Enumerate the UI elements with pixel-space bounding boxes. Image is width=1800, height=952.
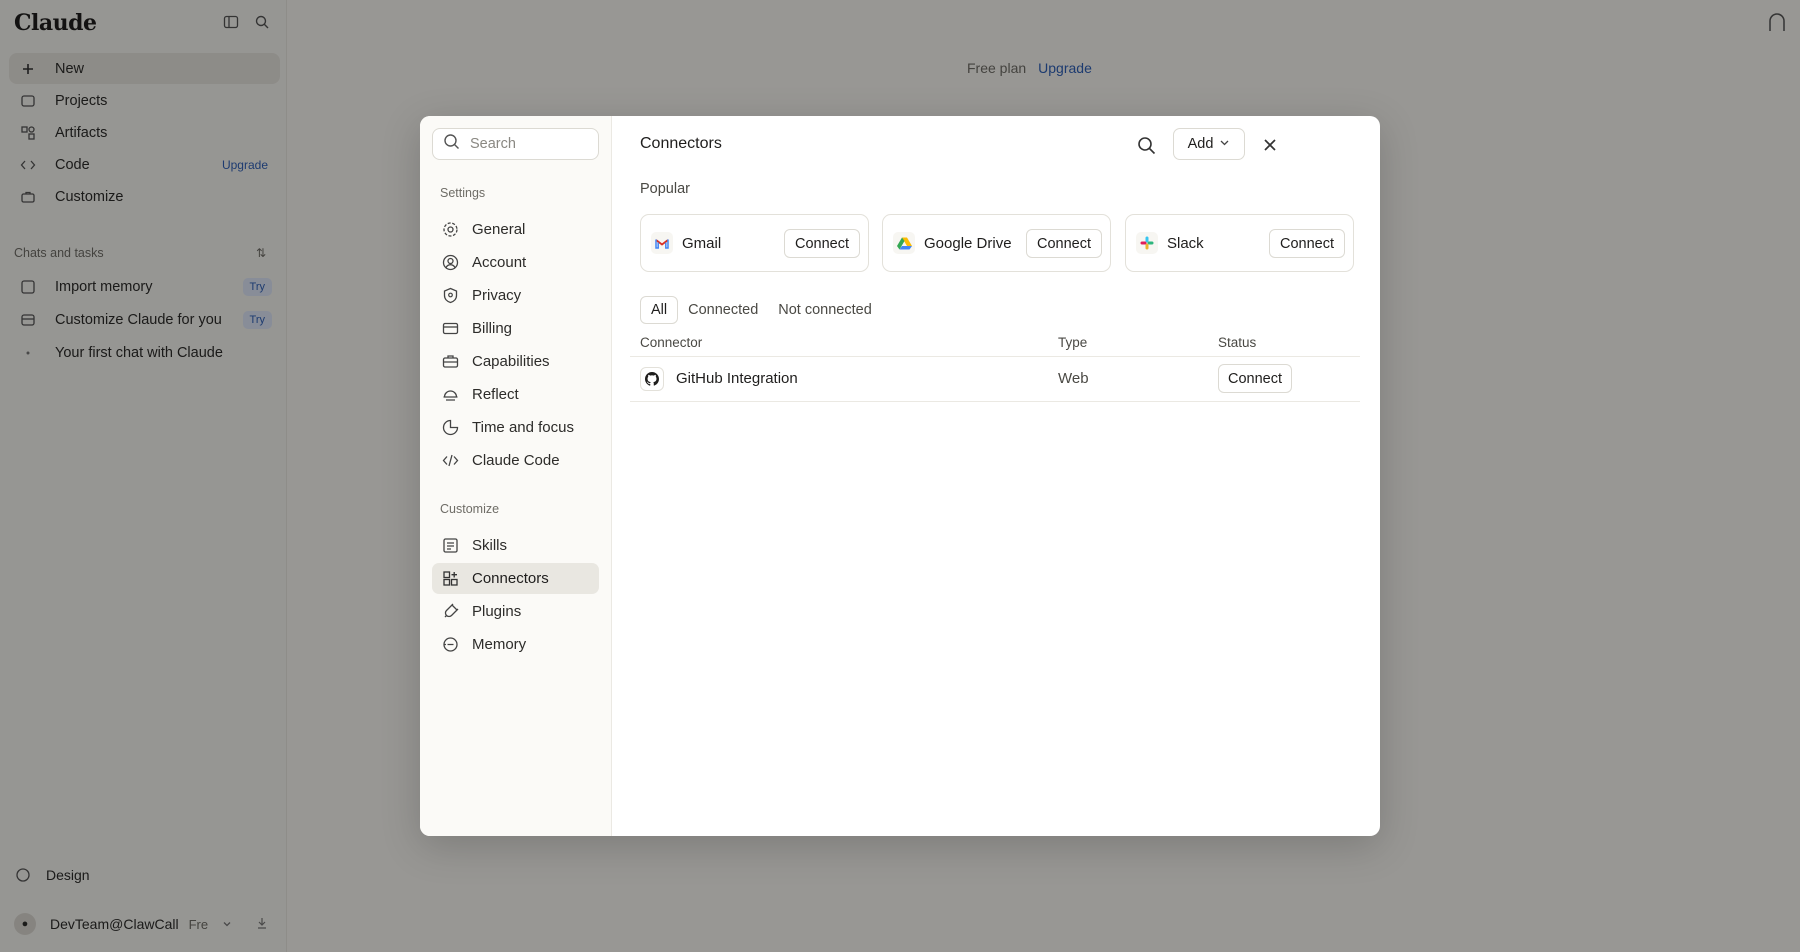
settings-modal: Search Settings General Account Privacy … [420, 116, 1380, 836]
settings-item-label: Claude Code [472, 452, 560, 469]
github-icon [640, 367, 664, 391]
settings-item-label: General [472, 221, 526, 238]
connector-name: GitHub Integration [676, 370, 798, 387]
shield-icon [441, 287, 459, 305]
settings-item-reflect[interactable]: Reflect [432, 379, 599, 410]
google-drive-icon [893, 232, 915, 254]
popular-card-google-drive: Google Drive Connect [882, 214, 1111, 272]
popular-card-gmail: Gmail Connect [640, 214, 869, 272]
settings-item-skills[interactable]: Skills [432, 530, 599, 561]
briefcase-icon [441, 353, 459, 371]
settings-item-claude-code[interactable]: Claude Code [432, 445, 599, 476]
gear-icon [441, 221, 459, 239]
moon-icon [441, 419, 459, 437]
memory-icon [441, 636, 459, 654]
settings-item-time-focus[interactable]: Time and focus [432, 412, 599, 443]
tab-not-connected[interactable]: Not connected [768, 296, 882, 324]
connector-name: Slack [1167, 234, 1204, 252]
settings-item-label: Billing [472, 320, 513, 337]
tab-all[interactable]: All [640, 296, 679, 324]
user-icon [441, 254, 459, 272]
connectors-panel: Connectors Add Popular Gmail Connect Goo… [612, 116, 1380, 836]
customize-section-label: Customize [440, 502, 500, 516]
settings-search-input[interactable]: Search [432, 128, 599, 160]
settings-item-account[interactable]: Account [432, 247, 599, 278]
connect-button[interactable]: Connect [1268, 229, 1345, 258]
search-placeholder: Search [470, 136, 516, 152]
add-label: Add [1187, 136, 1214, 152]
close-icon[interactable] [1258, 133, 1282, 157]
settings-item-connectors[interactable]: Connectors [432, 563, 599, 594]
reflect-icon [441, 386, 459, 404]
settings-item-billing[interactable]: Billing [432, 313, 599, 344]
settings-item-label: Reflect [472, 386, 519, 403]
connect-button[interactable]: Connect [1218, 364, 1293, 393]
add-button[interactable]: Add [1173, 128, 1245, 160]
connector-name: Gmail [682, 234, 722, 252]
skills-icon [441, 537, 459, 555]
connect-button[interactable]: Connect [1025, 229, 1102, 258]
chevron-down-icon [1219, 136, 1230, 152]
slack-icon [1136, 232, 1158, 254]
settings-item-memory[interactable]: Memory [432, 629, 599, 660]
settings-item-capabilities[interactable]: Capabilities [432, 346, 599, 377]
settings-item-label: Time and focus [472, 419, 574, 436]
table-divider [630, 401, 1360, 402]
popular-card-slack: Slack Connect [1125, 214, 1354, 272]
settings-section-label: Settings [440, 186, 486, 200]
connectors-icon [441, 570, 459, 588]
search-icon[interactable] [1134, 133, 1158, 157]
page-title: Connectors [640, 135, 722, 152]
card-icon [441, 320, 459, 338]
tab-connected[interactable]: Connected [678, 296, 768, 324]
code-icon [441, 452, 459, 470]
filter-tabs: All Connected Not connected [640, 296, 882, 324]
search-icon [443, 133, 460, 155]
settings-item-label: Connectors [472, 570, 549, 587]
gmail-icon [651, 232, 673, 254]
column-header-type: Type [1058, 335, 1088, 350]
settings-item-label: Memory [472, 636, 527, 653]
settings-item-label: Plugins [472, 603, 522, 620]
settings-item-general[interactable]: General [432, 214, 599, 245]
connector-type: Web [1058, 370, 1089, 387]
table-header: Connector Type Status [640, 331, 1360, 357]
settings-item-privacy[interactable]: Privacy [432, 280, 599, 311]
settings-item-plugins[interactable]: Plugins [432, 596, 599, 627]
settings-item-label: Capabilities [472, 353, 550, 370]
settings-item-label: Privacy [472, 287, 522, 304]
settings-sidebar: Search Settings General Account Privacy … [420, 116, 612, 836]
table-row: GitHub Integration Web Connect [640, 357, 1360, 401]
popular-label: Popular [640, 181, 690, 197]
column-header-status: Status [1218, 335, 1257, 350]
connector-name: Google Drive [924, 234, 1012, 252]
connect-button[interactable]: Connect [783, 229, 860, 258]
column-header-connector: Connector [640, 335, 703, 350]
settings-item-label: Skills [472, 537, 508, 554]
settings-item-label: Account [472, 254, 527, 271]
plug-icon [441, 603, 459, 621]
